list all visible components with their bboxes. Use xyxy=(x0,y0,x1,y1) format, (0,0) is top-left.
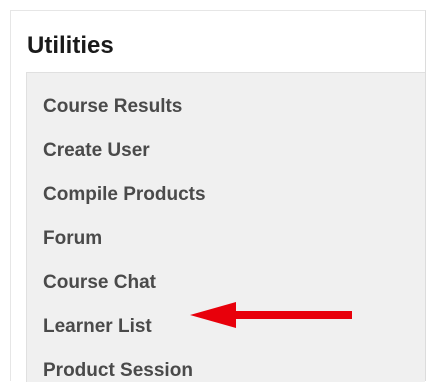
menu-item-learner-list[interactable]: Learner List xyxy=(43,315,152,339)
panel-title: Utilities xyxy=(27,32,114,59)
menu-item-forum[interactable]: Forum xyxy=(43,227,102,251)
menu-item-product-session[interactable]: Product Session xyxy=(43,359,193,383)
utilities-menu: Course Results Create User Compile Produ… xyxy=(26,72,425,382)
menu-item-course-results[interactable]: Course Results xyxy=(43,95,182,119)
left-arrow-icon xyxy=(190,302,352,328)
menu-item-course-chat[interactable]: Course Chat xyxy=(43,271,156,295)
menu-item-create-user[interactable]: Create User xyxy=(43,139,150,163)
arrow-shaft xyxy=(234,311,352,319)
menu-item-compile-products[interactable]: Compile Products xyxy=(43,183,206,207)
arrow-head xyxy=(190,302,236,328)
